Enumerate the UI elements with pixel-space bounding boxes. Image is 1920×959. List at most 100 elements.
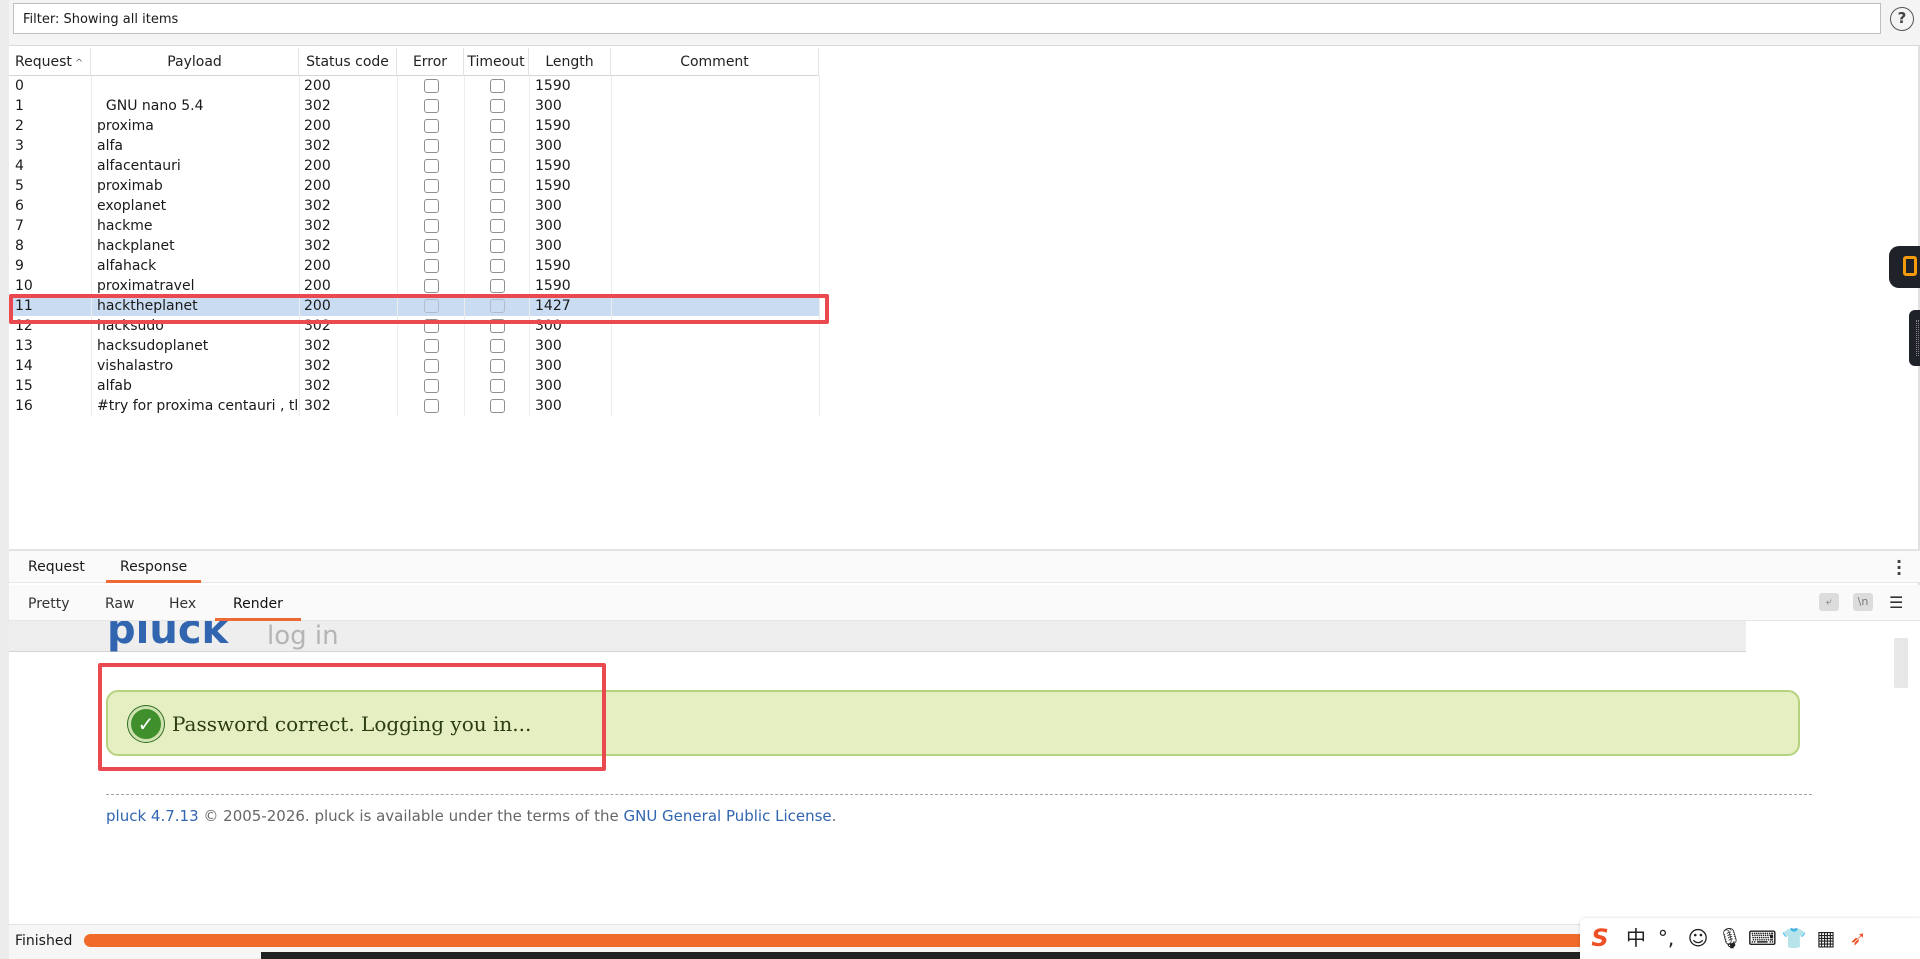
- table-row[interactable]: 8 hackplanet 302 300: [9, 236, 819, 256]
- column-divider: [91, 76, 92, 416]
- table-row[interactable]: 0 200 1590: [9, 76, 819, 96]
- cell-request: 2: [15, 118, 24, 134]
- table-row[interactable]: 5 proximab 200 1590: [9, 176, 819, 196]
- table-row[interactable]: 6 exoplanet 302 300: [9, 196, 819, 216]
- cell-status: 200: [304, 118, 331, 134]
- cell-status: 302: [304, 98, 331, 114]
- tab-request[interactable]: Request: [28, 559, 85, 583]
- cell-length: 300: [535, 138, 562, 154]
- emoji-icon[interactable]: ☺: [1684, 926, 1712, 950]
- cell-payload: alfacentauri: [97, 158, 181, 174]
- table-row[interactable]: 3 alfa 302 300: [9, 136, 819, 156]
- success-highlight-annotation: [98, 663, 606, 771]
- timeout-checkbox: [490, 239, 505, 253]
- message-tabs: Request Response · · ·: [9, 551, 1920, 583]
- ime-language-toggle[interactable]: 中: [1622, 926, 1650, 950]
- cell-length: 300: [535, 198, 562, 214]
- timeout-checkbox: [490, 79, 505, 93]
- menu-icon[interactable]: ☰: [1889, 593, 1903, 612]
- status-text: Finished: [15, 933, 73, 949]
- table-row[interactable]: 7 hackme 302 300: [9, 216, 819, 236]
- filter-input[interactable]: Filter: Showing all items: [13, 3, 1881, 34]
- cell-status: 302: [304, 378, 331, 394]
- sogou-extra-icon[interactable]: ➶: [1844, 926, 1872, 950]
- cell-status: 302: [304, 198, 331, 214]
- cell-request: 7: [15, 218, 24, 234]
- cell-length: 300: [535, 98, 562, 114]
- cell-status: 302: [304, 358, 331, 374]
- timeout-checkbox: [490, 219, 505, 233]
- row-highlight-annotation: [9, 294, 829, 324]
- tab-raw[interactable]: Raw: [105, 596, 134, 621]
- tab-pretty[interactable]: Pretty: [28, 596, 70, 621]
- cell-request: 15: [15, 378, 33, 394]
- error-checkbox: [424, 279, 439, 293]
- toolbox-icon[interactable]: ▦: [1812, 926, 1840, 950]
- table-row[interactable]: 10 proximatravel 200 1590: [9, 276, 819, 296]
- cell-request: 16: [15, 398, 33, 414]
- skin-icon[interactable]: 👕: [1780, 926, 1808, 950]
- show-newlines-icon[interactable]: \n: [1853, 593, 1873, 611]
- timeout-checkbox: [490, 339, 505, 353]
- timeout-checkbox: [490, 99, 505, 113]
- cell-payload: exoplanet: [97, 198, 167, 214]
- floating-extension-button[interactable]: [1889, 246, 1920, 288]
- header-comment[interactable]: Comment: [611, 48, 819, 76]
- cell-request: 3: [15, 138, 24, 154]
- tab-hex[interactable]: Hex: [169, 596, 196, 621]
- cell-length: 300: [535, 338, 562, 354]
- error-checkbox: [424, 99, 439, 113]
- cell-status: 200: [304, 78, 331, 94]
- floating-drag-handle[interactable]: [1909, 310, 1920, 366]
- table-row[interactable]: 15 alfab 302 300: [9, 376, 819, 396]
- more-options-icon[interactable]: · · ·: [1896, 554, 1902, 582]
- cell-status: 200: [304, 158, 331, 174]
- pluck-logo: pluck: [107, 621, 229, 653]
- error-checkbox: [424, 219, 439, 233]
- wrap-lines-icon[interactable]: ⤶: [1819, 593, 1839, 611]
- cell-request: 14: [15, 358, 33, 374]
- header-length[interactable]: Length: [529, 48, 611, 76]
- microphone-icon[interactable]: 🎙: [1716, 926, 1744, 950]
- keyboard-icon[interactable]: ⌨: [1748, 926, 1777, 950]
- header-timeout[interactable]: Timeout: [464, 48, 529, 76]
- table-row[interactable]: 2 proxima 200 1590: [9, 116, 819, 136]
- cell-request: 9: [15, 258, 24, 274]
- cell-payload: proximab: [97, 178, 163, 194]
- cell-status: 200: [304, 258, 331, 274]
- ime-punctuation-toggle[interactable]: °,: [1652, 926, 1680, 950]
- table-row[interactable]: 1 GNU nano 5.4 302 300: [9, 96, 819, 116]
- error-checkbox: [424, 399, 439, 413]
- table-row[interactable]: 14 vishalastro 302 300: [9, 356, 819, 376]
- cell-status: 302: [304, 338, 331, 354]
- pluck-version-link[interactable]: pluck 4.7.13: [106, 807, 199, 825]
- error-checkbox: [424, 379, 439, 393]
- table-row[interactable]: 13 hacksudoplanet 302 300: [9, 336, 819, 356]
- header-error[interactable]: Error: [397, 48, 464, 76]
- gpl-license-link[interactable]: GNU General Public License: [623, 807, 831, 825]
- pluck-login-title: log in: [267, 621, 339, 651]
- header-status-code[interactable]: Status code: [299, 48, 397, 76]
- cell-status: 302: [304, 398, 331, 414]
- tab-render[interactable]: Render: [215, 596, 301, 621]
- table-row[interactable]: 4 alfacentauri 200 1590: [9, 156, 819, 176]
- header-payload[interactable]: Payload: [91, 48, 299, 76]
- cell-length: 1590: [535, 158, 571, 174]
- column-divider: [464, 76, 465, 416]
- table-row[interactable]: 16 #try for proxima centauri , th... 302 30…: [9, 396, 819, 416]
- sogou-logo-icon[interactable]: S: [1586, 926, 1614, 950]
- cell-payload: [97, 76, 297, 96]
- timeout-checkbox: [490, 159, 505, 173]
- help-icon[interactable]: ?: [1890, 7, 1914, 31]
- error-checkbox: [424, 199, 439, 213]
- render-scrollbar[interactable]: [1894, 638, 1908, 688]
- cell-length: 300: [535, 398, 562, 414]
- table-row[interactable]: 9 alfahack 200 1590: [9, 256, 819, 276]
- cell-payload: hacksudoplanet: [97, 338, 209, 354]
- error-checkbox: [424, 179, 439, 193]
- header-request[interactable]: Request ^: [9, 48, 91, 76]
- tab-response[interactable]: Response: [105, 559, 202, 583]
- error-checkbox: [424, 119, 439, 133]
- cell-length: 1590: [535, 278, 571, 294]
- cell-length: 1590: [535, 258, 571, 274]
